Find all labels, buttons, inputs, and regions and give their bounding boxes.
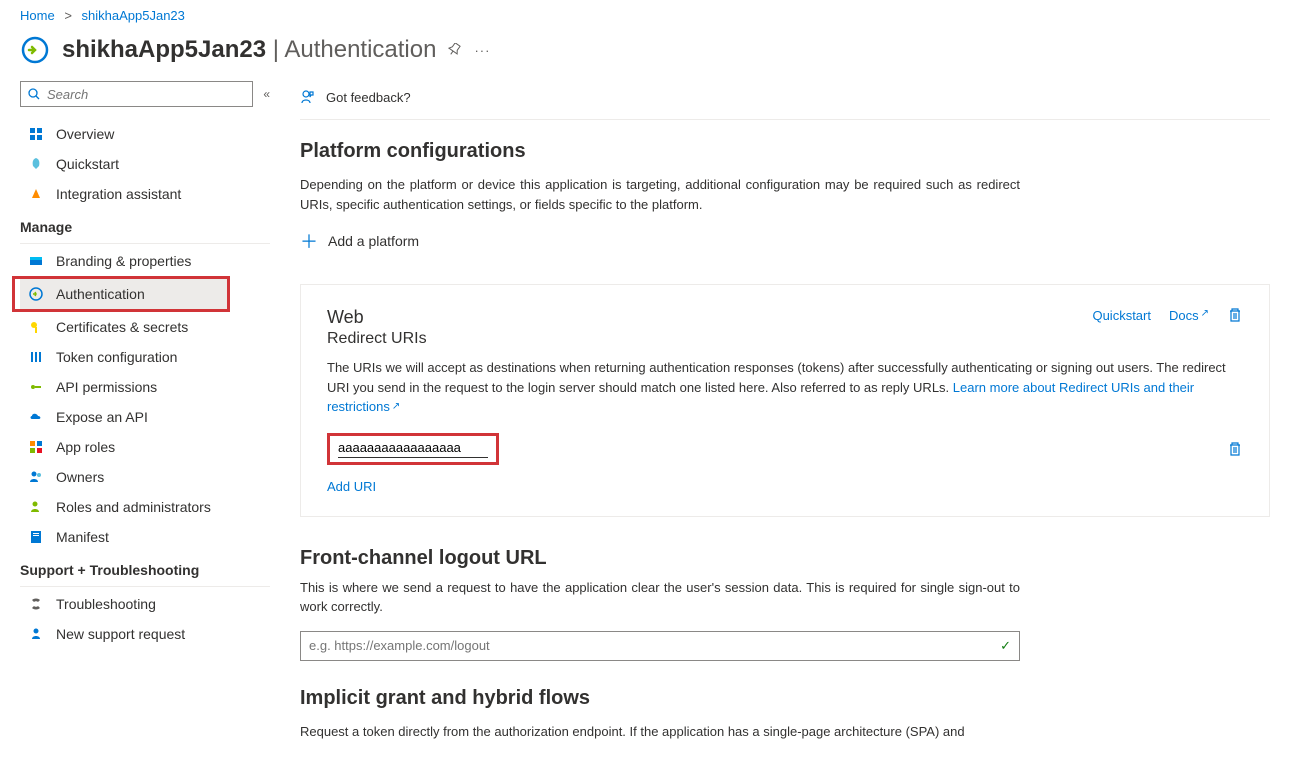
highlight-authentication: Authentication [12, 276, 230, 312]
docs-link[interactable]: Docs↗ [1169, 308, 1209, 323]
sidebar: « Overview Quickstart Integration assist… [0, 81, 270, 775]
logout-url-field[interactable]: ✓ [300, 631, 1020, 661]
breadcrumb-sep: > [64, 8, 72, 23]
auth-icon [28, 286, 44, 302]
sidebar-item-label: API permissions [56, 379, 157, 395]
sidebar-group-support: Support + Troubleshooting [20, 552, 270, 584]
sidebar-item-label: App roles [56, 439, 115, 455]
implicit-title: Implicit grant and hybrid flows [300, 687, 1270, 710]
main-content: Got feedback? Platform configurations De… [270, 81, 1290, 775]
redirect-uri-input[interactable] [338, 440, 488, 458]
sidebar-item-label: Roles and administrators [56, 499, 211, 515]
support-icon [28, 626, 44, 642]
add-platform-label: Add a platform [328, 233, 419, 249]
key-icon [28, 319, 44, 335]
sidebar-item-app-roles[interactable]: App roles [20, 432, 270, 462]
sidebar-item-quickstart[interactable]: Quickstart [20, 149, 270, 179]
logout-desc: This is where we send a request to have … [300, 578, 1020, 617]
external-link-icon: ↗ [1201, 308, 1209, 319]
feedback-bar[interactable]: Got feedback? [300, 81, 1270, 120]
sidebar-item-roles-admin[interactable]: Roles and administrators [20, 492, 270, 522]
sidebar-item-label: Quickstart [56, 156, 119, 172]
sidebar-item-manifest[interactable]: Manifest [20, 522, 270, 552]
delete-uri-icon[interactable] [1227, 441, 1243, 457]
sidebar-item-label: Manifest [56, 529, 109, 545]
sidebar-item-owners[interactable]: Owners [20, 462, 270, 492]
troubleshoot-icon [28, 596, 44, 612]
sidebar-item-support-request[interactable]: New support request [20, 619, 270, 649]
sidebar-item-label: New support request [56, 626, 185, 642]
cloud-icon [28, 409, 44, 425]
sidebar-item-label: Expose an API [56, 409, 148, 425]
feedback-label: Got feedback? [326, 90, 411, 105]
admin-icon [28, 499, 44, 515]
quickstart-link[interactable]: Quickstart [1092, 308, 1151, 323]
page-header: shikhaApp5Jan23 | Authentication ··· [0, 31, 1316, 81]
more-icon[interactable]: ··· [474, 43, 490, 58]
rocket-assist-icon [28, 186, 44, 202]
sidebar-item-branding[interactable]: Branding & properties [20, 246, 270, 276]
sidebar-item-integration[interactable]: Integration assistant [20, 179, 270, 209]
add-platform-button[interactable]: ＋ Add a platform [300, 228, 1270, 254]
sidebar-item-label: Owners [56, 469, 104, 485]
search-input[interactable] [41, 87, 246, 102]
roles-icon [28, 439, 44, 455]
branding-icon [28, 253, 44, 269]
manifest-icon [28, 529, 44, 545]
sidebar-item-label: Authentication [56, 286, 145, 302]
collapse-sidebar-icon[interactable]: « [263, 87, 270, 101]
web-platform-card: Web Redirect URIs Quickstart Docs↗ The U… [300, 284, 1270, 517]
platform-config-desc: Depending on the platform or device this… [300, 175, 1020, 214]
sidebar-item-label: Branding & properties [56, 253, 191, 269]
sidebar-item-label: Certificates & secrets [56, 319, 188, 335]
rocket-icon [28, 156, 44, 172]
sidebar-group-manage: Manage [20, 209, 270, 241]
add-uri-link[interactable]: Add URI [327, 479, 376, 494]
sidebar-item-token[interactable]: Token configuration [20, 342, 270, 372]
sidebar-item-overview[interactable]: Overview [20, 119, 270, 149]
search-icon [27, 87, 41, 101]
page-title: shikhaApp5Jan23 | Authentication [62, 36, 436, 64]
sidebar-item-label: Integration assistant [56, 186, 181, 202]
sidebar-item-troubleshooting[interactable]: Troubleshooting [20, 589, 270, 619]
token-icon [28, 349, 44, 365]
web-card-title: Web [327, 307, 427, 328]
sidebar-item-authentication[interactable]: Authentication [20, 279, 227, 309]
plus-icon: ＋ [300, 228, 318, 254]
check-icon: ✓ [1000, 638, 1011, 654]
permissions-icon [28, 379, 44, 395]
sidebar-item-label: Troubleshooting [56, 596, 156, 612]
platform-config-title: Platform configurations [300, 140, 1270, 163]
sidebar-item-expose-api[interactable]: Expose an API [20, 402, 270, 432]
feedback-icon [300, 89, 316, 105]
grid-icon [28, 126, 44, 142]
search-box[interactable] [20, 81, 253, 107]
breadcrumb-home[interactable]: Home [20, 8, 55, 23]
implicit-desc: Request a token directly from the author… [300, 722, 1020, 742]
logout-title: Front-channel logout URL [300, 547, 1270, 570]
sidebar-item-label: Overview [56, 126, 114, 142]
pin-icon[interactable] [448, 43, 462, 57]
web-card-subtitle: Redirect URIs [327, 330, 427, 348]
breadcrumb: Home > shikhaApp5Jan23 [0, 0, 1316, 31]
app-logo-icon [20, 35, 50, 65]
owners-icon [28, 469, 44, 485]
delete-platform-icon[interactable] [1227, 307, 1243, 323]
breadcrumb-app[interactable]: shikhaApp5Jan23 [82, 8, 185, 23]
sidebar-item-api-permissions[interactable]: API permissions [20, 372, 270, 402]
redirect-uri-field-highlight [327, 433, 499, 465]
sidebar-item-label: Token configuration [56, 349, 177, 365]
external-link-icon: ↗ [392, 401, 400, 412]
logout-url-input[interactable] [309, 638, 1000, 653]
sidebar-item-certificates[interactable]: Certificates & secrets [20, 312, 270, 342]
web-card-desc: The URIs we will accept as destinations … [327, 358, 1243, 417]
